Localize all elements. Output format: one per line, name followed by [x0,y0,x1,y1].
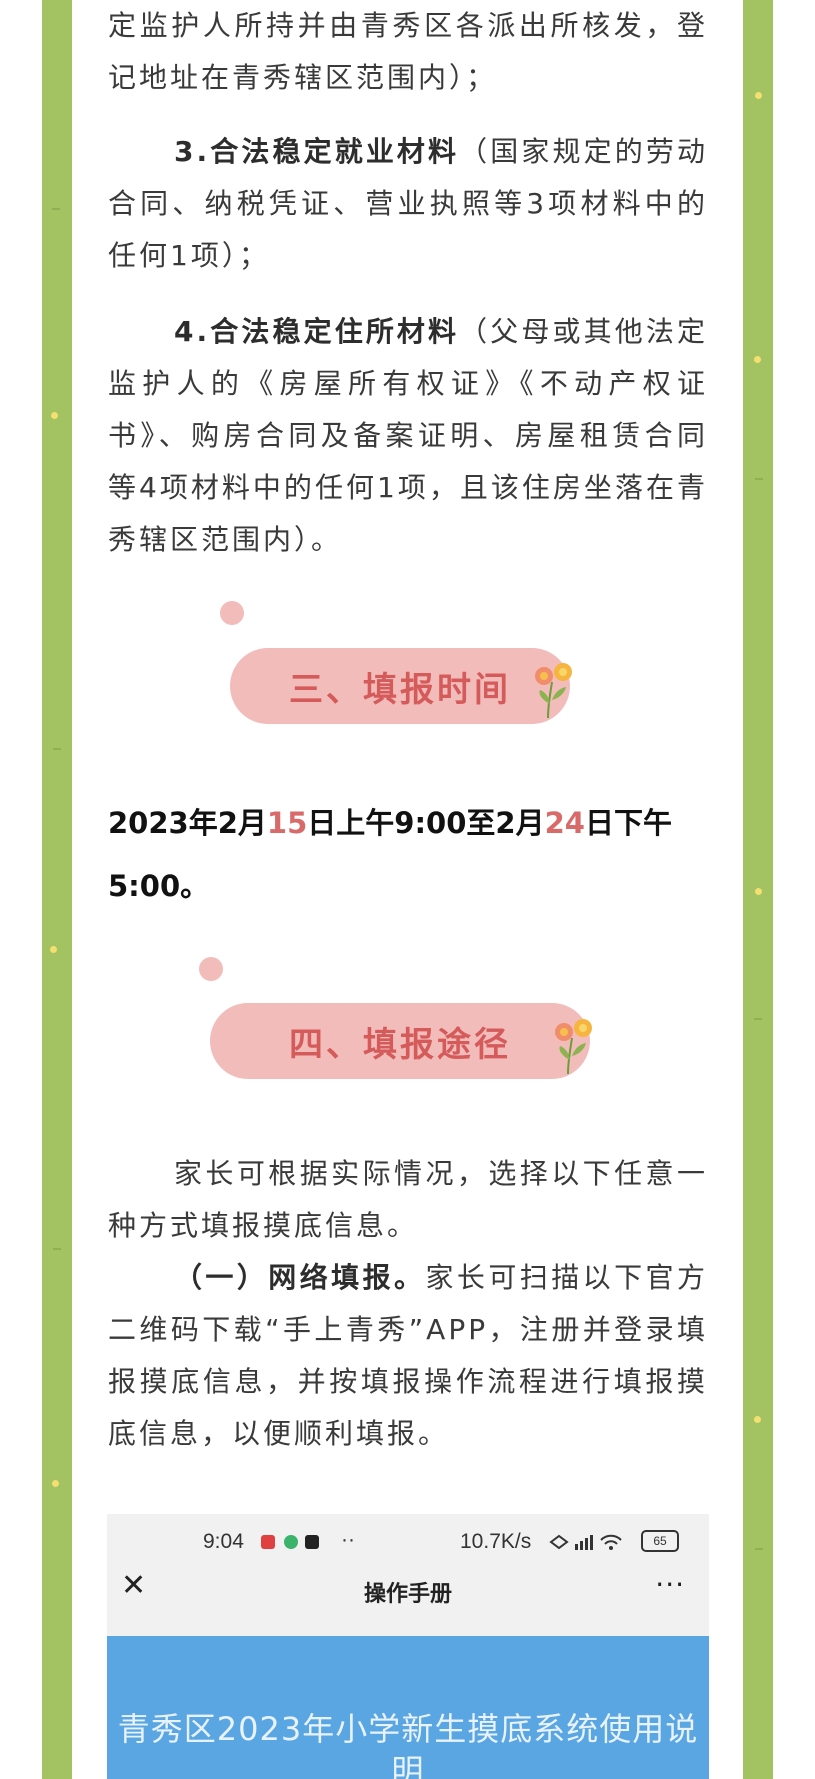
paragraph-residence-continued: 定监护人所持并由青秀区各派出所核发，登记地址在青秀辖区范围内）； [108,0,708,104]
right-border-decoration [740,0,815,1779]
submission-period: 2023年2月15日上午9:00至2月24日下午 5:00。 [108,792,708,918]
toolbar-title: 操作手册 [363,1582,452,1607]
paragraph-text: 定监护人所持并由青秀区各派出所核发，登记地址在青秀辖区范围内）； [108,9,708,94]
dot-decoration [51,412,58,419]
grass-decoration [755,1540,763,1550]
grass-decoration [755,470,763,480]
pink-dot-decoration [199,957,223,981]
paragraph-heading: 3.合法稳定就业材料 [174,135,460,168]
article-body: 定监护人所持并由青秀区各派出所核发，登记地址在青秀辖区范围内）； 3.合法稳定就… [74,0,740,1779]
dot-decoration [755,888,762,895]
section-heading-time: 三、填报时间 [230,648,570,724]
section-title: 四、填报途径 [289,1024,511,1065]
date-text: 2023年2月 [108,806,267,840]
app-screenshot: 9:04 ·· 10.7K/s 65 ✕ 操作手册 ··· 青秀区2023年小学… [107,1514,709,1779]
left-border-decoration [0,0,74,1779]
paragraph-method-intro: 家长可根据实际情况，选择以下任意一种方式填报摸底信息。 [108,1148,708,1252]
date-text: 日下午 [584,806,672,840]
dot-decoration [50,946,57,953]
paragraph-employment: 3.合法稳定就业材料（国家规定的劳动合同、纳税凭证、营业执照等3项材料中的任何1… [108,126,708,282]
notification-icons [261,1535,319,1549]
battery-level: 65 [653,1534,667,1548]
dot-decoration [754,1416,761,1423]
paragraph-heading: 4.合法稳定住所材料 [174,315,460,348]
pink-dot-decoration [220,601,244,625]
grass-decoration [53,1240,61,1250]
flower-icon [535,663,572,719]
section-title: 三、填报时间 [289,669,511,710]
signal-icons [549,1534,622,1550]
status-time: 9:04 [203,1530,244,1553]
section-heading-method: 四、填报途径 [210,1003,590,1079]
dot-decoration [754,356,761,363]
date-text: 日上午9:00至2月 [307,806,545,840]
paragraph-heading: （一）网络填报。 [174,1261,426,1294]
flower-icon [555,1019,592,1075]
more-notifications-icon: ·· [341,1528,355,1551]
manual-banner: 青秀区2023年小学新生摸底系统使用说明 [107,1636,709,1779]
grass-decoration [754,1010,762,1020]
battery-icon: 65 [641,1530,679,1552]
paragraph-housing: 4.合法稳定住所材料（父母或其他法定监护人的《房屋所有权证》《不动产权证书》、购… [108,306,708,566]
banner-title: 青秀区2023年小学新生摸底系统使用说明 [117,1710,699,1779]
paragraph-text: （父母或其他法定监护人的《房屋所有权证》《不动产权证书》、购房合同及备案证明、房… [108,315,708,556]
grass-decoration [53,740,61,750]
date-highlight: 15 [266,806,308,840]
more-icon[interactable]: ··· [655,1568,685,1601]
network-speed: 10.7K/s [460,1530,532,1553]
grass-decoration [52,200,60,210]
dot-decoration [52,1480,59,1487]
paragraph-text: 家长可根据实际情况，选择以下任意一种方式填报摸底信息。 [108,1157,708,1242]
paragraph-online-method: （一）网络填报。家长可扫描以下官方二维码下载“手上青秀”APP，注册并登录填报摸… [108,1252,708,1460]
date-text: 5:00。 [108,869,210,903]
date-highlight: 24 [544,806,585,840]
status-bar: 9:04 ·· 10.7K/s 65 [107,1528,709,1558]
app-toolbar: ✕ 操作手册 ··· [107,1568,709,1616]
dot-decoration [755,92,762,99]
